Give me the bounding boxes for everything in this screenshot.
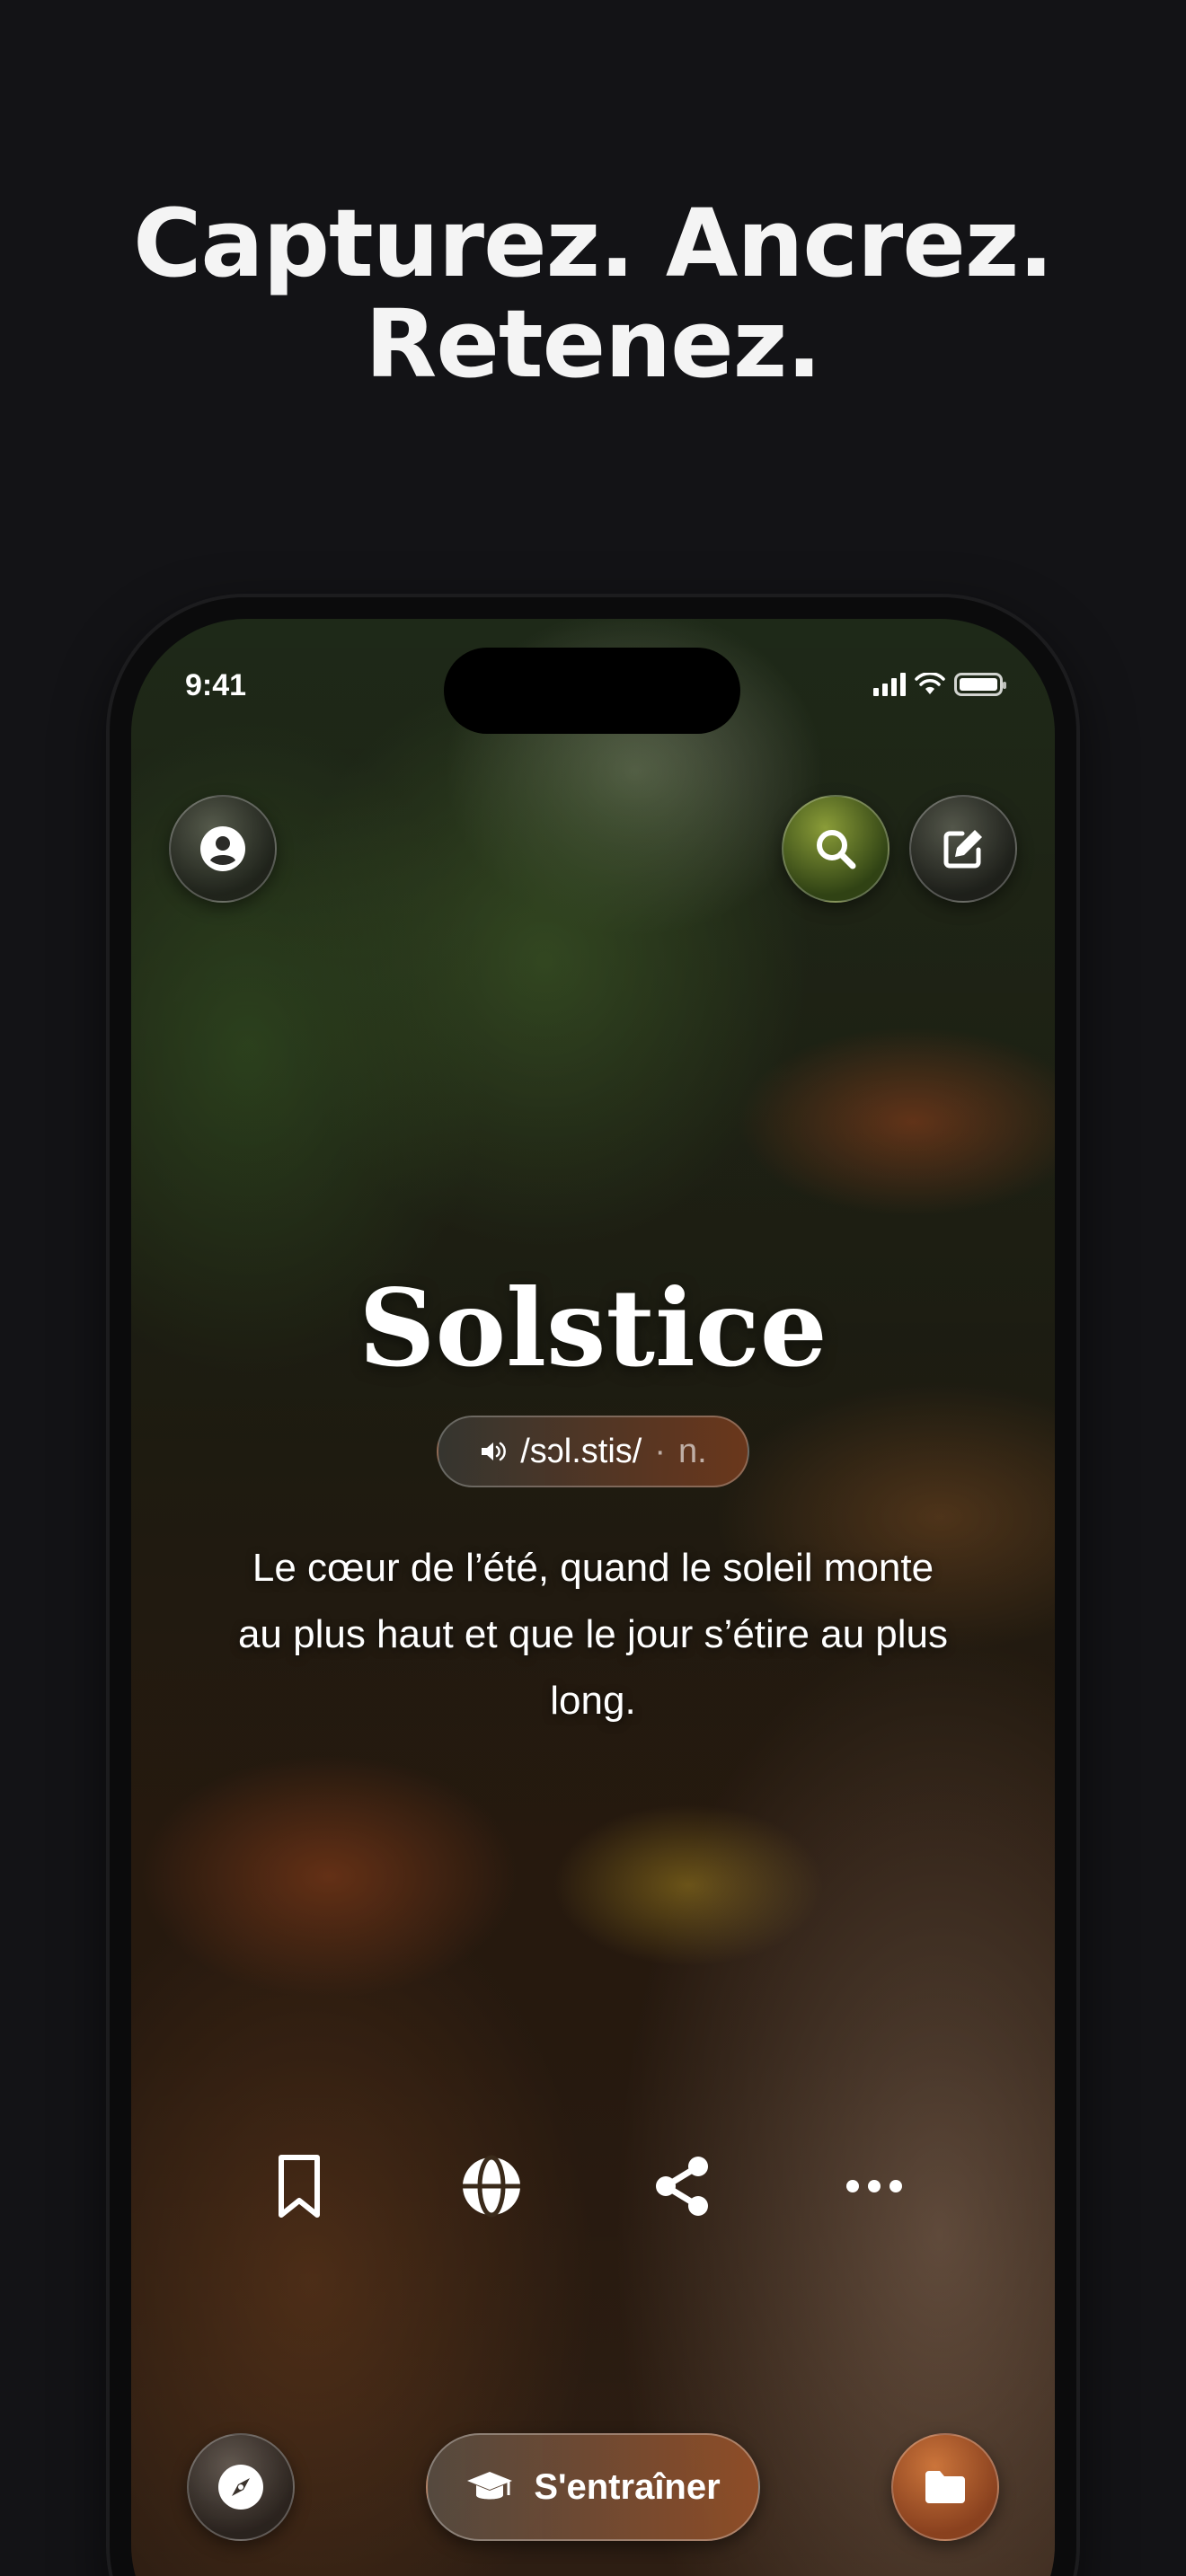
bookmark-button[interactable] <box>259 2146 340 2227</box>
train-button[interactable]: S'entraîner <box>426 2433 760 2541</box>
train-button-label: S'entraîner <box>534 2466 721 2507</box>
speaker-icon <box>482 1442 507 1461</box>
edit-button[interactable] <box>909 795 1017 903</box>
explore-button[interactable] <box>187 2433 295 2541</box>
part-of-speech: n. <box>678 1432 707 1470</box>
phone-frame: 9:41 Solstice /sɔl.stis/ · n. Le cœur de… <box>110 597 1076 2576</box>
folder-icon <box>925 2471 965 2503</box>
search-icon <box>817 830 856 869</box>
headline-line-2: Retenez. <box>365 289 821 399</box>
graduation-cap-icon <box>467 2472 513 2500</box>
battery-icon <box>954 673 1006 696</box>
headline-line-1: Capturez. Ancrez. <box>133 189 1054 298</box>
profile-button[interactable] <box>169 795 277 903</box>
more-icon <box>846 2180 902 2192</box>
more-button[interactable] <box>834 2146 915 2227</box>
phone-screen: 9:41 Solstice /sɔl.stis/ · n. Le cœur de… <box>131 619 1055 2576</box>
edit-icon <box>943 830 982 869</box>
bookmark-icon <box>279 2155 320 2218</box>
pronunciation-text: /sɔl.stis/ <box>520 1432 642 1470</box>
compass-icon <box>218 2465 263 2510</box>
folder-button[interactable] <box>891 2433 999 2541</box>
pronunciation-button[interactable]: /sɔl.stis/ · n. <box>437 1416 749 1487</box>
status-time: 9:41 <box>185 668 247 702</box>
page-headline: Capturez. Ancrez. Retenez. <box>0 193 1186 394</box>
pronunciation-separator: · <box>654 1432 667 1470</box>
wifi-icon <box>915 673 945 694</box>
status-icons <box>873 673 1006 696</box>
search-button[interactable] <box>782 795 890 903</box>
word-title: Solstice <box>358 1266 828 1390</box>
cellular-signal-icon <box>873 673 906 696</box>
translate-button[interactable] <box>451 2146 532 2227</box>
dynamic-island <box>444 648 740 734</box>
user-circle-icon <box>200 826 245 871</box>
definition-text: Le cœur de l’été, quand le soleil monte … <box>237 1546 949 1723</box>
globe-icon <box>463 2155 520 2218</box>
share-icon <box>656 2157 708 2216</box>
share-button[interactable] <box>642 2146 722 2227</box>
